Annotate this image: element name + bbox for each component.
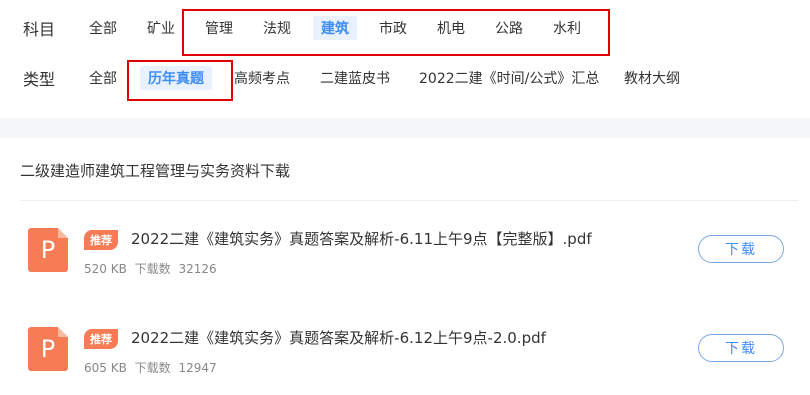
file-meta: 605 KB 下载数 12947 xyxy=(84,359,217,376)
subject-highlight-box xyxy=(182,9,610,56)
type-filter-label: 类型 xyxy=(23,70,56,89)
file-size: 605 KB xyxy=(84,361,127,375)
recommend-badge: 推荐 xyxy=(84,329,118,349)
file-item: P 推荐 2022二建《建筑实务》真题答案及解析-6.11上午9点【完整版】.p… xyxy=(0,220,810,290)
file-size: 520 KB xyxy=(84,262,127,276)
download-count: 32126 xyxy=(178,262,217,276)
file-item: P 推荐 2022二建《建筑实务》真题答案及解析-6.12上午9点-2.0.pd… xyxy=(0,319,810,389)
ppt-file-icon: P xyxy=(28,228,68,272)
file-name-link[interactable]: 2022二建《建筑实务》真题答案及解析-6.11上午9点【完整版】.pdf xyxy=(131,228,592,249)
type-option-blue-book[interactable]: 二建蓝皮书 xyxy=(320,68,390,88)
section-title: 二级建造师建筑工程管理与实务资料下载 xyxy=(20,162,291,180)
section-divider xyxy=(20,200,798,201)
subject-option-mining[interactable]: 矿业 xyxy=(147,18,175,38)
subject-option-all[interactable]: 全部 xyxy=(89,18,117,38)
type-option-syllabus[interactable]: 教材大纲 xyxy=(624,68,680,88)
subject-filter-label: 科目 xyxy=(23,20,56,39)
type-option-formula-summary[interactable]: 2022二建《时间/公式》汇总 xyxy=(419,68,599,88)
download-count-label: 下载数 xyxy=(134,361,171,375)
file-name-link[interactable]: 2022二建《建筑实务》真题答案及解析-6.12上午9点-2.0.pdf xyxy=(131,327,546,348)
recommend-badge: 推荐 xyxy=(84,230,118,250)
type-option-all[interactable]: 全部 xyxy=(89,68,117,88)
download-button[interactable]: 下载 xyxy=(698,235,784,263)
file-meta: 520 KB 下载数 32126 xyxy=(84,260,217,277)
download-count: 12947 xyxy=(178,361,217,375)
download-count-label: 下载数 xyxy=(134,262,171,276)
ppt-file-icon: P xyxy=(28,327,68,371)
download-button[interactable]: 下载 xyxy=(698,334,784,362)
type-highlight-box xyxy=(127,60,233,101)
section-separator-band xyxy=(0,118,810,138)
type-option-hot-topics[interactable]: 高频考点 xyxy=(234,68,290,88)
